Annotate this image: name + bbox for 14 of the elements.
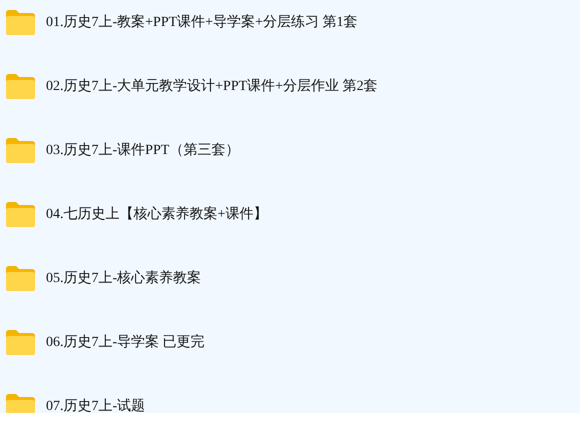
folder-icon [5,9,36,36]
folder-icon [5,201,36,228]
folder-icon [5,329,36,356]
folder-name[interactable]: 03.历史7上-课件PPT（第三套） [46,140,240,161]
folder-icon [5,73,36,100]
folder-name[interactable]: 01.历史7上-教案+PPT课件+导学案+分层练习 第1套 [46,12,358,33]
folder-icon [5,393,36,413]
folder-name[interactable]: 07.历史7上-试题 [46,396,146,413]
folder-icon [5,265,36,292]
folder-name[interactable]: 04.七历史上【核心素养教案+课件】 [46,204,268,225]
folder-name[interactable]: 06.历史7上-导学案 已更完 [46,332,205,353]
folder-name[interactable]: 05.历史7上-核心素养教案 [46,268,202,289]
folder-name[interactable]: 02.历史7上-大单元教学设计+PPT课件+分层作业 第2套 [46,76,378,97]
folder-icon [5,137,36,164]
